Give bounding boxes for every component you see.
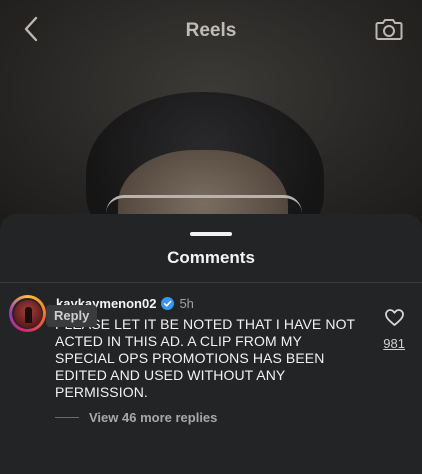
top-bar: Reels — [0, 0, 422, 62]
comment-text: PLEASE LET IT BE NOTED THAT I HAVE NOT A… — [55, 316, 355, 400]
camera-button[interactable] — [372, 14, 406, 48]
replies-divider-line — [55, 417, 79, 418]
avatar-photo — [13, 299, 42, 328]
divider — [0, 282, 422, 283]
view-more-replies-label: View 46 more replies — [89, 410, 218, 425]
view-more-replies[interactable]: View 46 more replies — [55, 410, 217, 425]
heart-icon — [384, 309, 404, 331]
comments-sheet: Comments kaykaymenon02 5h PLEASE LET IT … — [0, 214, 422, 474]
page-title: Reels — [185, 20, 237, 41]
like-count[interactable]: 981 — [383, 336, 405, 351]
avatar[interactable] — [9, 295, 46, 332]
comments-title: Comments — [167, 248, 255, 267]
like-button[interactable] — [384, 309, 404, 331]
comment-timestamp: 5h — [179, 296, 194, 311]
camera-icon — [375, 16, 403, 47]
verified-badge-icon — [161, 297, 175, 310]
reply-button[interactable]: Reply — [46, 305, 98, 327]
sheet-drag-handle[interactable] — [190, 232, 232, 236]
